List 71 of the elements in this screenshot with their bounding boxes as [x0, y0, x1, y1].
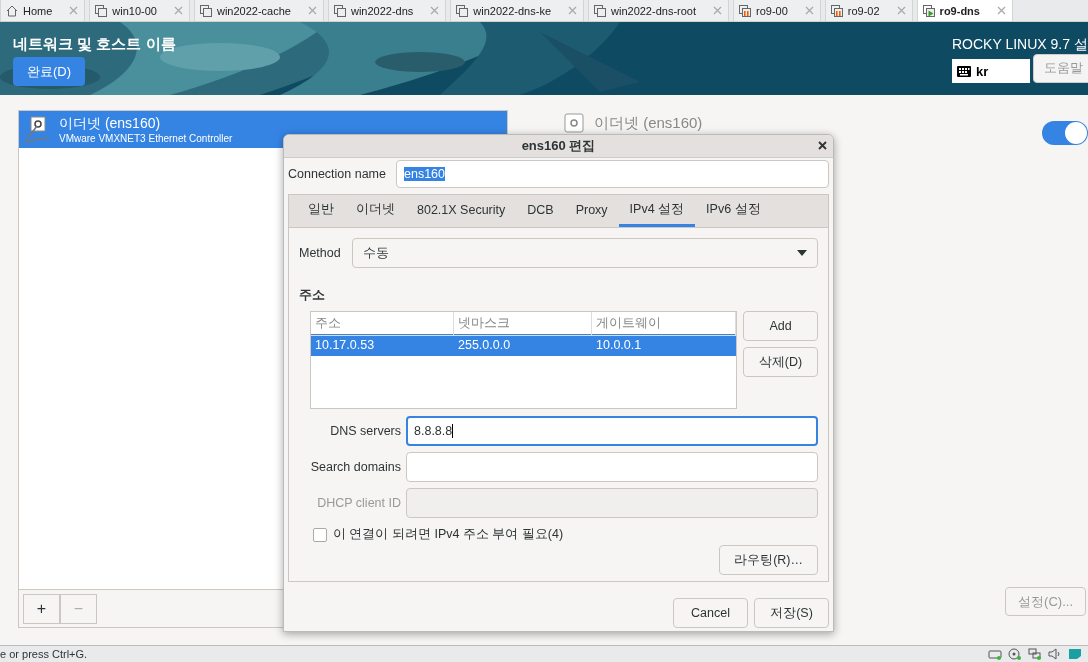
close-icon[interactable]: [568, 6, 577, 15]
checkbox[interactable]: [313, 527, 327, 542]
windows-icon: [95, 4, 108, 17]
field-label: Search domains: [309, 460, 401, 474]
page-title: 네트워크 및 호스트 이름: [13, 35, 176, 54]
close-icon[interactable]: [174, 6, 183, 15]
add-button[interactable]: +: [23, 594, 60, 624]
close-icon[interactable]: [713, 6, 722, 15]
input-field[interactable]: 8.8.8.8: [406, 416, 818, 446]
method-dropdown[interactable]: 수동: [351, 238, 818, 268]
paused-vm-icon: [739, 4, 751, 17]
close-button[interactable]: [818, 141, 827, 150]
note-icon[interactable]: [1068, 648, 1082, 660]
network-icon[interactable]: [1028, 648, 1042, 660]
vm-tab[interactable]: ro9-dns: [916, 0, 1013, 21]
product-title: ROCKY LINUX 9.7 설: [952, 36, 1088, 54]
toggle-switch[interactable]: [1042, 121, 1088, 145]
windows-icon: [594, 4, 606, 17]
input-field[interactable]: [406, 452, 818, 482]
windows-icon: [200, 4, 212, 17]
routes-button[interactable]: 라우팅(R)…: [719, 545, 818, 575]
vm-tab[interactable]: win2022-dns-ke: [450, 0, 584, 21]
delete-button[interactable]: 삭제(D): [743, 347, 818, 377]
device-name: 이더넷 (ens160): [594, 113, 703, 133]
connection-description: VMware VMXNET3 Ethernet Controller: [59, 133, 233, 144]
checkbox-label: 이 연결이 되려면 IPv4 주소 부여 필요(4): [333, 526, 564, 543]
settings-tab[interactable]: DCB: [516, 195, 565, 227]
add-button[interactable]: Add: [743, 311, 818, 341]
table-row[interactable]: 10.17.0.53 255.0.0.0 10.0.0.1: [311, 334, 736, 356]
settings-tab[interactable]: IPv6 설정: [695, 195, 772, 227]
field-label: DHCP client ID: [316, 496, 401, 510]
section-heading: 주소: [299, 287, 326, 304]
vm-tab[interactable]: win2022-dns: [328, 0, 447, 21]
paused-vm-icon: [830, 4, 843, 17]
keyboard-layout-field[interactable]: kr: [952, 59, 1030, 83]
vm-tab[interactable]: win2022-dns-root: [588, 0, 729, 21]
settings-tab[interactable]: 802.1X Security: [406, 195, 517, 227]
ethernet-icon: [25, 115, 51, 144]
vm-tab[interactable]: Home: [0, 0, 86, 21]
vm-tab[interactable]: win2022-cache: [194, 0, 324, 21]
field-label: Method: [299, 246, 341, 260]
field-label: DNS servers: [329, 424, 401, 438]
vm-tab[interactable]: ro9-02: [824, 0, 913, 21]
close-icon[interactable]: [804, 6, 814, 15]
close-icon[interactable]: [430, 6, 440, 15]
vm-tab[interactable]: ro9-00: [733, 0, 821, 21]
caret-icon: [797, 250, 807, 256]
speaker-icon[interactable]: [1048, 648, 1062, 660]
settings-tab[interactable]: 일반: [297, 195, 345, 227]
save-button[interactable]: 저장(S): [754, 598, 829, 628]
running-vm-icon: [922, 4, 935, 17]
connection-name: 이더넷 (ens160): [59, 115, 162, 133]
status-hint: e or press Ctrl+G.: [0, 648, 89, 660]
disc-icon[interactable]: [1008, 648, 1022, 660]
close-icon[interactable]: [896, 6, 906, 15]
done-button[interactable]: 완료(D): [13, 57, 86, 86]
close-icon[interactable]: [996, 6, 1006, 15]
cancel-button[interactable]: Cancel: [673, 598, 748, 628]
connection-name-field[interactable]: ens160: [396, 160, 829, 188]
settings-tab[interactable]: Proxy: [564, 195, 619, 227]
keyboard-icon: [957, 65, 971, 77]
settings-tab[interactable]: 이더넷: [345, 195, 406, 227]
dialog-title: ens160 편집: [521, 137, 596, 155]
home-icon: [6, 4, 18, 17]
windows-icon: [334, 4, 346, 17]
field-label: Connection name: [288, 167, 386, 181]
windows-icon: [456, 4, 469, 17]
vm-tab[interactable]: win10-00: [89, 0, 190, 21]
close-icon[interactable]: [69, 6, 79, 15]
settings-tab[interactable]: IPv4 설정: [618, 195, 696, 227]
close-icon[interactable]: [308, 6, 317, 15]
